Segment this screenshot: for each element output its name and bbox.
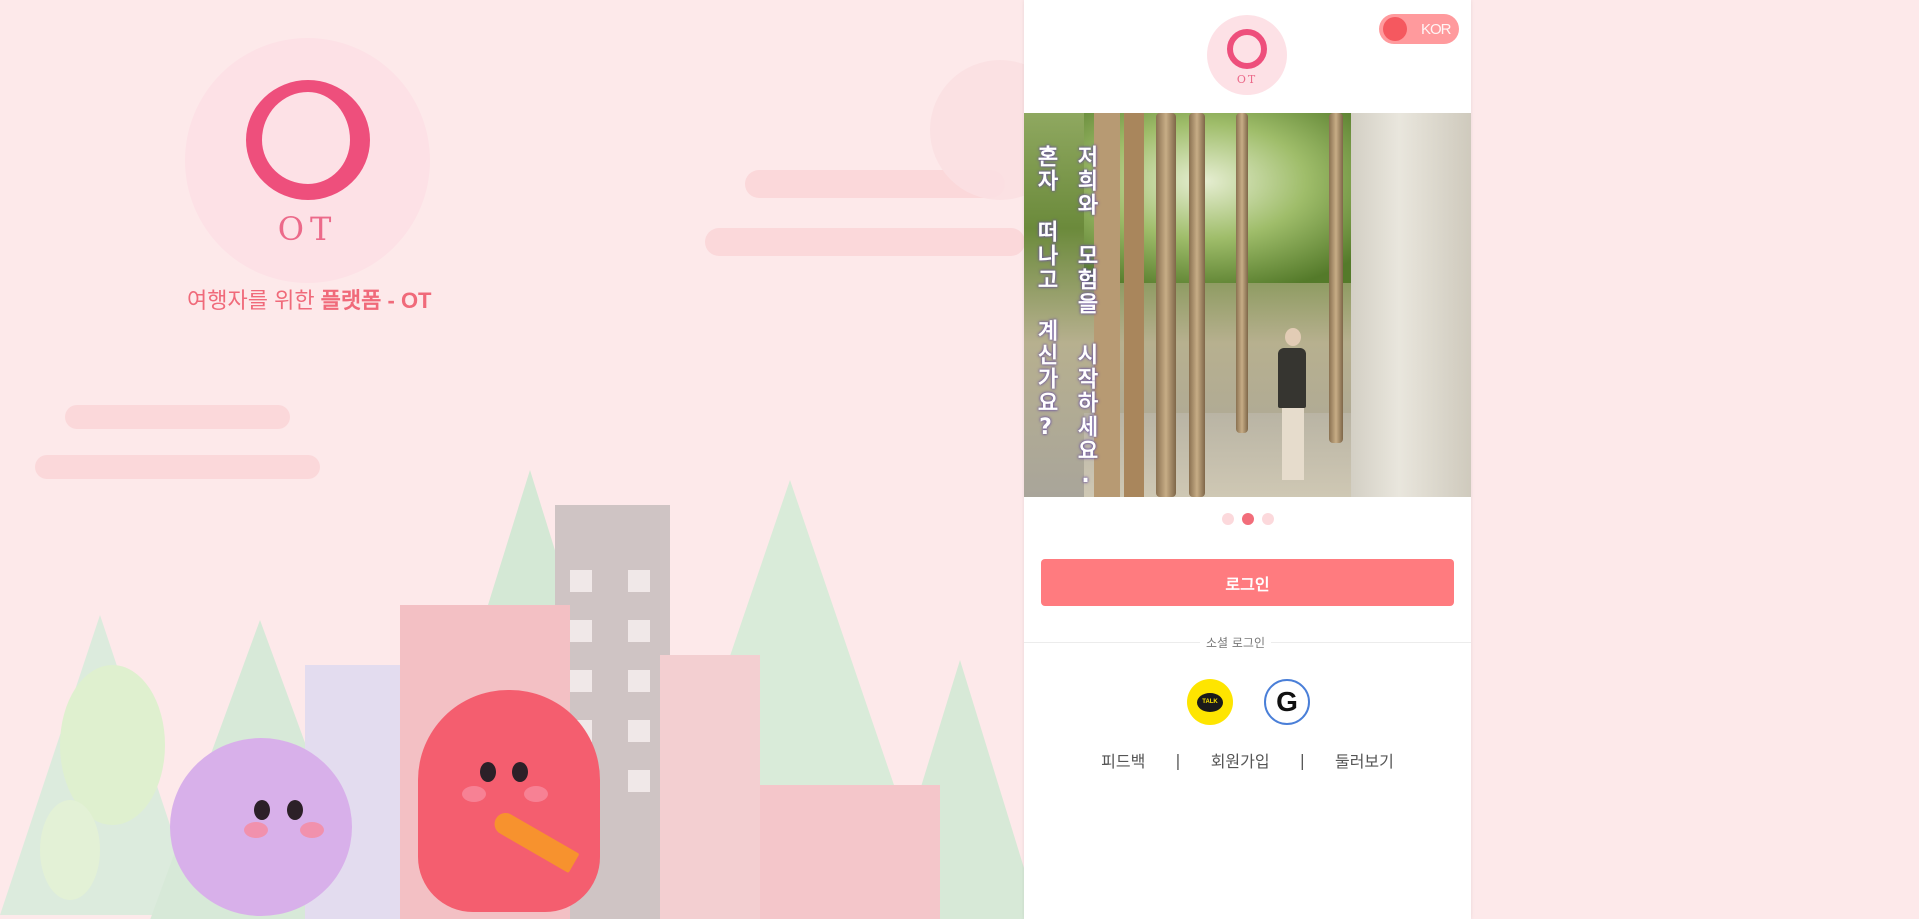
window: [570, 620, 592, 642]
kakao-login-button[interactable]: TALK: [1187, 679, 1233, 725]
eye: [512, 762, 528, 782]
separator: |: [1299, 750, 1305, 770]
card-logo-text: OT: [1236, 72, 1258, 86]
banner-tree-trunk: [1156, 113, 1176, 497]
separator: |: [1175, 750, 1181, 770]
window: [570, 670, 592, 692]
logo-ring-icon: [245, 79, 370, 200]
purple-character: [170, 738, 352, 916]
carousel-dot[interactable]: [1222, 513, 1234, 525]
carousel-dots: [1222, 513, 1274, 525]
login-card: OT KOR 저희와 모험을 시작하세요. 혼자 떠나고 계신가요? 로그인 소…: [1024, 0, 1471, 919]
banner-text-left: 혼자 떠나고 계신가요?: [1033, 145, 1058, 442]
cheek: [300, 822, 324, 838]
language-toggle[interactable]: KOR: [1379, 14, 1459, 44]
login-button[interactable]: 로그인: [1041, 559, 1454, 606]
banner-carousel[interactable]: 저희와 모험을 시작하세요. 혼자 떠나고 계신가요?: [1024, 113, 1471, 497]
carousel-dot[interactable]: [1262, 513, 1274, 525]
window: [628, 770, 650, 792]
tagline-bold: 플랫폼 - OT: [320, 288, 432, 313]
kakao-talk-icon: TALK: [1197, 692, 1223, 712]
google-icon: G: [1276, 686, 1298, 717]
cheek: [524, 786, 548, 802]
hero-tagline: 여행자를 위한 플랫폼 - OT: [187, 283, 432, 315]
banner-text-right: 저희와 모험을 시작하세요.: [1073, 145, 1098, 490]
tagline-plain: 여행자를 위한: [187, 288, 321, 313]
feedback-link[interactable]: 피드백: [1101, 748, 1145, 772]
signup-link[interactable]: 회원가입: [1211, 748, 1270, 772]
traveler-legs: [1282, 408, 1304, 480]
hero-logo-text: OT: [277, 209, 338, 248]
hero-logo: OT: [185, 38, 430, 283]
card-logo[interactable]: OT: [1207, 15, 1287, 95]
banner-tree-trunk: [1329, 113, 1343, 443]
tree: [40, 800, 100, 900]
banner-wall: [1351, 113, 1471, 497]
building: [760, 785, 940, 919]
traveler-body: [1278, 348, 1306, 408]
window: [628, 670, 650, 692]
banner-tree-trunk: [1189, 113, 1205, 497]
footer-links: 피드백 | 회원가입 | 둘러보기: [1024, 748, 1471, 772]
social-login-label: 소셜 로그인: [1200, 634, 1272, 651]
window: [628, 570, 650, 592]
window: [628, 720, 650, 742]
window: [628, 620, 650, 642]
cheek: [462, 786, 486, 802]
carrot-icon: [490, 808, 580, 874]
cheek: [244, 822, 268, 838]
google-login-button[interactable]: G: [1264, 679, 1310, 725]
banner-tree-trunk: [1236, 113, 1248, 433]
cloud: [35, 455, 320, 479]
logo-ring-icon: [1227, 28, 1267, 69]
banner-pole: [1124, 113, 1144, 497]
cloud: [705, 228, 1025, 256]
eye: [480, 762, 496, 782]
toggle-knob: [1383, 17, 1407, 41]
language-label: KOR: [1421, 20, 1451, 38]
banner-traveler: [1278, 328, 1308, 488]
building: [660, 655, 760, 919]
traveler-head: [1285, 328, 1301, 346]
red-character: [418, 690, 600, 912]
eye: [287, 800, 303, 820]
carousel-dot-active[interactable]: [1242, 513, 1254, 525]
cloud: [65, 405, 290, 429]
window: [570, 570, 592, 592]
eye: [254, 800, 270, 820]
browse-link[interactable]: 둘러보기: [1335, 748, 1394, 772]
